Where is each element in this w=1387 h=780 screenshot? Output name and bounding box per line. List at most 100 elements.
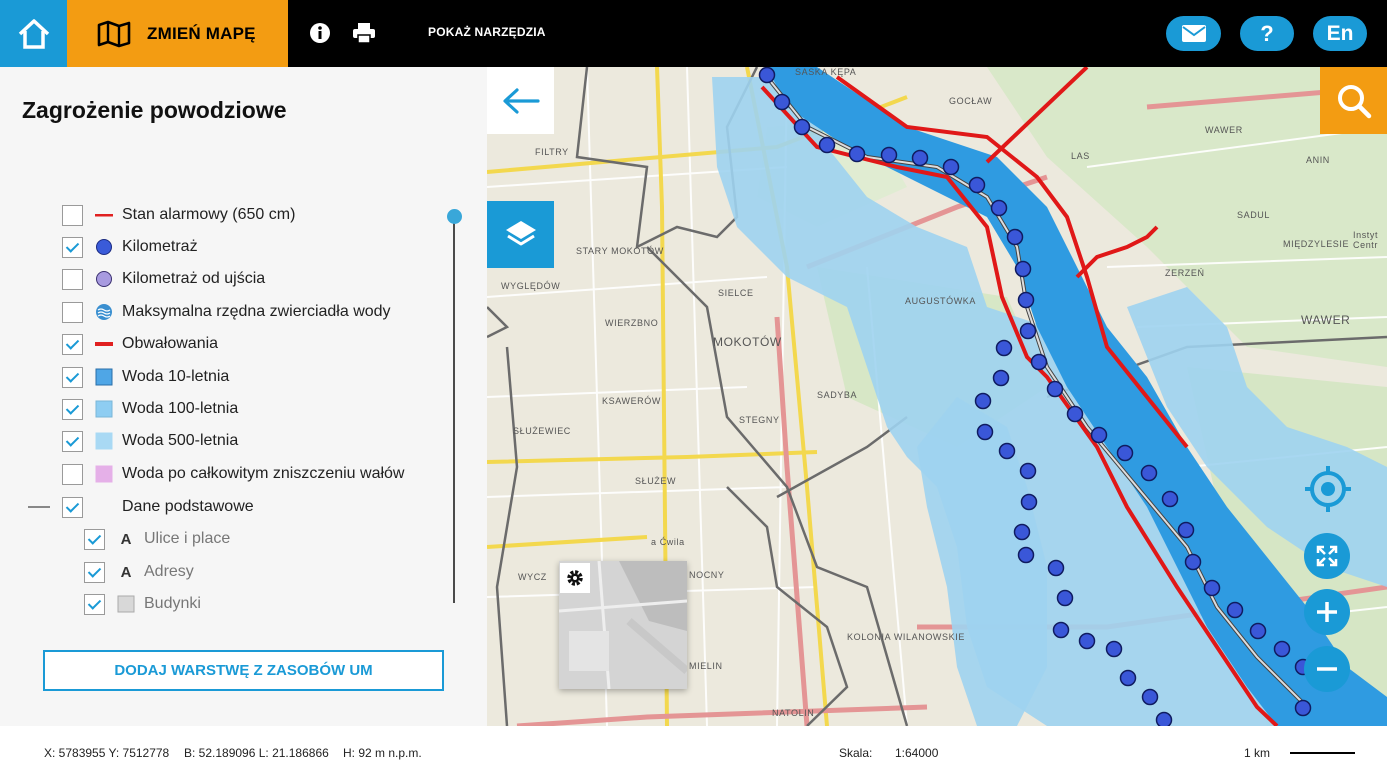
place-label: ZERZEŃ [1165,268,1205,278]
text-label-symbol: A [120,563,132,581]
place-label: Instyt Centr [1353,230,1379,250]
scale-label: Skala: [839,746,873,760]
layer-label: Budynki [144,595,201,612]
help-button[interactable]: ? [1240,16,1294,51]
layer-row-water-dike-failure[interactable]: Woda po całkowitym zniszczeniu wałów [62,462,404,486]
layer-checkbox[interactable] [62,301,83,323]
print-button[interactable] [351,20,377,46]
place-label: KSAWERÓW [602,396,661,406]
layers-panel: Zagrożenie powodziowe Stan alarmowy (650… [0,67,487,726]
layer-checkbox[interactable] [84,593,105,615]
red-line-symbol [95,206,113,224]
layer-checkbox[interactable] [62,268,83,290]
sublayer-row-addresses[interactable]: A Adresy [84,560,194,584]
layer-label: Obwałowania [122,335,219,352]
place-label: ANIN [1306,155,1330,165]
place-label: a Ćwila [651,537,685,547]
layer-checkbox[interactable] [62,366,83,388]
place-label: STARY MOKOTÓW [576,246,664,256]
layer-label: Dane podstawowe [122,498,254,515]
layer-label: Woda 100-letnia [122,400,239,417]
place-label: AUGUSTÓWKA [905,296,977,306]
place-label: WIERZBNO [605,318,659,328]
blue-square-symbol [95,368,113,386]
search-button[interactable] [1320,67,1387,134]
layer-checkbox[interactable] [84,561,105,583]
zoom-in-button[interactable] [1304,589,1350,635]
scale-bar [1290,752,1355,754]
mail-icon [1181,25,1206,42]
place-label: WYGLĘDÓW [501,281,561,291]
zoom-out-button[interactable] [1304,646,1350,692]
sublayer-row-streets[interactable]: A Ulice i place [84,527,230,551]
geographic-coordinates: B: 52.189096 L: 21.186866 [184,746,329,760]
place-label: MOKOTÓW [713,335,782,349]
collapse-group-toggle[interactable] [28,506,50,508]
place-label: SASKA KĘPA [795,67,857,77]
place-label: WAWER [1205,125,1243,135]
blue-dot-symbol [95,238,113,256]
layers-icon [505,220,536,245]
layer-row-max-water-level[interactable]: Maksymalna rzędna zwierciadła wody [62,300,391,324]
minimap-settings-button[interactable] [560,563,590,593]
layer-checkbox[interactable] [62,333,83,355]
layer-checkbox[interactable] [62,236,83,258]
info-button[interactable] [307,20,333,46]
place-label: MIELIN [689,661,723,671]
lighter-blue-square-symbol [95,432,113,450]
add-layer-button[interactable]: DODAJ WARSTWĘ Z ZASOBÓW UM [43,650,444,691]
layer-checkbox[interactable] [62,463,83,485]
map-canvas[interactable]: SASKA KĘPA GOCŁAW WAWER LAS ANIN FILTRY … [487,67,1387,726]
fullscreen-button[interactable] [1304,533,1350,579]
info-icon [310,23,330,43]
layer-checkbox[interactable] [62,398,83,420]
arrow-left-icon [502,87,540,114]
back-button[interactable] [487,67,554,134]
home-icon [18,18,49,49]
place-label: WYCZ [518,572,547,582]
pink-square-symbol [95,465,113,483]
scale-bar-label: 1 km [1244,746,1271,760]
layer-checkbox[interactable] [84,528,105,550]
layer-label: Ulice i place [144,530,231,547]
search-icon [1337,84,1371,118]
layer-label: Kilometraż od ujścia [122,270,266,287]
gear-icon [567,570,583,586]
place-label: SIELCE [718,288,754,298]
show-tools-button[interactable]: POKAŻ NARZĘDZIA [428,25,546,39]
layers-button[interactable] [487,201,554,268]
opacity-slider-handle[interactable] [447,209,462,224]
panel-title: Zagrożenie powodziowe [22,97,287,123]
layer-row-alarm-level[interactable]: Stan alarmowy (650 cm) [62,203,295,227]
locate-me-button[interactable] [1303,464,1353,514]
language-button[interactable]: En [1313,16,1367,51]
opacity-slider-track[interactable] [453,215,455,603]
layer-row-base-data[interactable]: Dane podstawowe [62,495,254,519]
layer-checkbox[interactable] [62,430,83,452]
home-button[interactable] [0,0,67,67]
gray-square-symbol [117,595,135,613]
light-blue-square-symbol [95,400,113,418]
layer-row-kilometers[interactable]: Kilometraż [62,235,198,259]
place-label: WAWER [1301,313,1351,327]
layer-row-kilometers-from-mouth[interactable]: Kilometraż od ujścia [62,267,265,291]
layer-row-embankments[interactable]: Obwałowania [62,332,218,356]
place-label: NOCNY [689,570,725,580]
layer-row-water-500[interactable]: Woda 500-letnia [62,429,238,453]
layer-checkbox[interactable] [62,496,83,518]
change-map-button[interactable]: ZMIEŃ MAPĘ [67,0,288,67]
layer-checkbox[interactable] [62,204,83,226]
water-icon [95,303,113,321]
sublayer-row-buildings[interactable]: Budynki [84,592,201,616]
place-label: SADUL [1237,210,1271,220]
layer-row-water-10[interactable]: Woda 10-letnia [62,365,229,389]
empty-symbol [95,498,113,516]
scale-value[interactable]: 1:64000 [895,746,938,760]
place-label: GOCŁAW [949,96,993,106]
layer-row-water-100[interactable]: Woda 100-letnia [62,397,238,421]
contact-button[interactable] [1166,16,1221,51]
layer-label: Adresy [144,563,194,580]
layer-label: Woda 10-letnia [122,368,230,385]
layer-label: Woda 500-letnia [122,432,239,449]
text-label-symbol: A [120,530,132,548]
